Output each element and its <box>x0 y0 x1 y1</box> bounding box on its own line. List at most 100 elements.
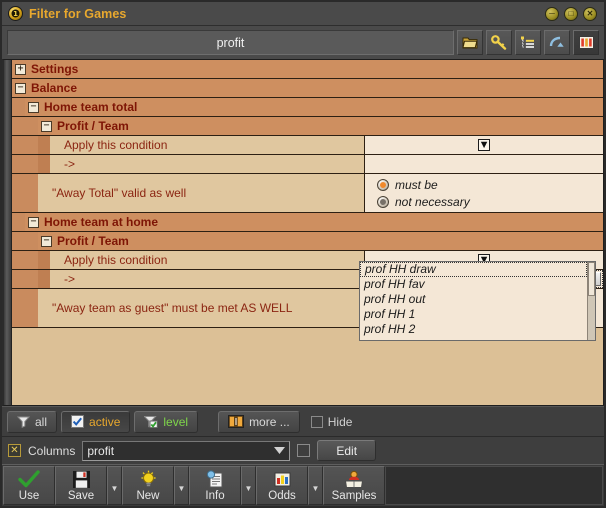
minimize-button[interactable]: ─ <box>545 7 559 21</box>
info-button[interactable]: Info <box>189 466 241 505</box>
row-label-away-total-valid: "Away Total" valid as well <box>38 174 364 212</box>
dropdown-options: prof HH draw prof HH fav prof HH out pro… <box>360 262 587 340</box>
odds-button[interactable]: Odds <box>256 466 308 505</box>
maximize-button[interactable]: □ <box>564 7 578 21</box>
indent-guide <box>38 136 50 154</box>
close-x-icon[interactable]: ✕ <box>8 444 21 457</box>
use-button[interactable]: Use <box>3 466 55 505</box>
apply-condition-checkbox-1[interactable]: ▼ <box>478 139 490 151</box>
tree-list-button[interactable] <box>515 30 541 55</box>
tree-group-label: Settings <box>31 62 78 76</box>
collapse-icon[interactable]: − <box>28 217 39 228</box>
indent-guide <box>12 98 25 116</box>
funnel-check-icon <box>144 415 158 428</box>
edit-button[interactable]: Edit <box>317 440 376 461</box>
filter-all-label: all <box>35 415 47 429</box>
tree-row: − Balance <box>12 79 603 98</box>
indent-guide <box>12 155 25 173</box>
hide-checkbox-group[interactable]: Hide <box>311 415 353 429</box>
profit-type-dropdown-list[interactable]: prof HH draw prof HH fav prof HH out pro… <box>359 261 596 341</box>
tree-row: + Settings <box>12 60 603 79</box>
indent-guide <box>12 251 25 269</box>
samples-button[interactable]: Samples <box>323 466 385 505</box>
tree-list-icon <box>520 35 537 50</box>
search-input[interactable]: profit <box>7 30 454 55</box>
folder-icon <box>462 35 479 50</box>
floppy-disk-icon <box>72 469 91 489</box>
collapse-icon[interactable]: − <box>41 236 52 247</box>
columns-icon <box>578 35 595 50</box>
tree-row: − Profit / Team <box>12 232 603 251</box>
save-label: Save <box>68 490 94 502</box>
columns-combobox[interactable]: profit <box>82 441 290 461</box>
open-folder-button[interactable] <box>457 30 483 55</box>
filter-active-button[interactable]: active <box>61 411 130 433</box>
filter-active-label: active <box>89 415 120 429</box>
dropdown-option-prof-hh-2[interactable]: prof HH 2 <box>360 322 587 337</box>
tree-group-home-team-at-home[interactable]: − Home team at home <box>25 213 603 231</box>
columns-bar: ✕ Columns profit Edit <box>2 436 604 464</box>
filter-level-button[interactable]: level <box>134 411 198 433</box>
hide-checkbox[interactable] <box>311 416 323 428</box>
indent-guide <box>12 117 25 135</box>
tree-group-profit-team-2[interactable]: − Profit / Team <box>38 232 603 250</box>
collapse-icon[interactable]: − <box>15 83 26 94</box>
more-button[interactable]: more ... <box>218 411 300 433</box>
tree-group-home-team-total[interactable]: − Home team total <box>25 98 603 116</box>
indent-guide <box>25 174 38 212</box>
dropdown-option-prof-hh-draw[interactable]: prof HH draw <box>360 262 587 277</box>
tree-row: -> <box>12 155 603 174</box>
radio-label: not necessary <box>395 195 470 209</box>
apply-condition-checkbox-cell-1: ▼ <box>365 136 603 154</box>
indent-guide <box>25 117 38 135</box>
tree-group-settings[interactable]: + Settings <box>12 60 603 78</box>
indent-guide <box>25 155 38 173</box>
tree-row: − Home team total <box>12 98 603 117</box>
filter-all-button[interactable]: all <box>7 411 57 433</box>
key-button[interactable] <box>486 30 512 55</box>
dropdown-scrollbar[interactable] <box>587 262 595 340</box>
collapse-icon[interactable]: − <box>28 102 39 113</box>
radio-icon-not-necessary[interactable] <box>377 196 389 208</box>
dropdown-option-prof-hh-fav[interactable]: prof HH fav <box>360 277 587 292</box>
radio-option-must-be[interactable]: must be <box>377 178 603 192</box>
tree-group-balance[interactable]: − Balance <box>12 79 603 97</box>
chevron-down-icon[interactable] <box>274 447 285 454</box>
save-menu-arrow[interactable]: ▼ <box>107 466 122 505</box>
indent-guide <box>38 270 50 288</box>
window-controls: ─ □ ✕ <box>545 7 600 21</box>
indent-guide <box>38 155 50 173</box>
filter-level-label: level <box>163 415 188 429</box>
dropdown-option-prof-hh-1[interactable]: prof HH 1 <box>360 307 587 322</box>
funnel-icon <box>17 415 30 428</box>
close-button[interactable]: ✕ <box>583 7 597 21</box>
radio-icon-must-be[interactable] <box>377 179 389 191</box>
columns-button[interactable] <box>573 30 599 55</box>
dropdown-option-prof-hh-out[interactable]: prof HH out <box>360 292 587 307</box>
filter-button-bar: all active level more ... Hide <box>2 406 604 436</box>
tree-group-profit-team-1[interactable]: − Profit / Team <box>38 117 603 135</box>
filter-tree: + Settings − Balance − Home team total <box>12 60 603 405</box>
info-menu-arrow[interactable]: ▼ <box>241 466 256 505</box>
collapse-icon[interactable]: − <box>41 121 52 132</box>
odds-menu-arrow[interactable]: ▼ <box>308 466 323 505</box>
row-label-away-team-guest: "Away team as guest" must be met AS WELL <box>38 289 364 327</box>
row-label-apply-condition-1: Apply this condition <box>50 136 364 154</box>
indent-guide <box>12 232 25 250</box>
redo-arrow-icon <box>549 35 566 50</box>
tree-vertical-rail[interactable] <box>4 60 12 405</box>
svg-text:1: 1 <box>13 10 18 18</box>
expand-icon[interactable]: + <box>15 64 26 75</box>
tree-group-label: Profit / Team <box>57 119 129 133</box>
redo-button[interactable] <box>544 30 570 55</box>
new-menu-arrow[interactable]: ▼ <box>174 466 189 505</box>
bar-chart-icon <box>273 469 292 489</box>
new-button[interactable]: New <box>122 466 174 505</box>
tree-group-label: Home team total <box>44 100 137 114</box>
radio-option-not-necessary[interactable]: not necessary <box>377 195 603 209</box>
save-button[interactable]: Save <box>55 466 107 505</box>
columns-toggle-checkbox[interactable] <box>297 444 310 457</box>
dropdown-scroll-thumb[interactable] <box>588 262 595 296</box>
arrow-value-cell-1[interactable] <box>365 155 603 173</box>
hide-label: Hide <box>328 415 353 429</box>
